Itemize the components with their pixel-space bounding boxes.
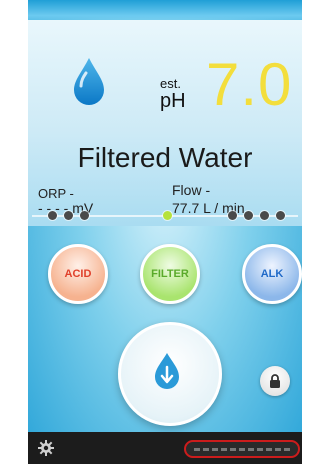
level-dot: [228, 211, 237, 220]
estimate-label: est.: [160, 76, 181, 91]
gear-icon[interactable]: [38, 440, 54, 456]
dispense-button[interactable]: [118, 322, 222, 426]
alk-mode-button[interactable]: ALK: [242, 244, 302, 304]
level-dot: [80, 211, 89, 220]
level-dot: [64, 211, 73, 220]
mode-title: Filtered Water: [77, 142, 253, 173]
bottom-bar: [28, 432, 302, 464]
lock-icon: [270, 374, 280, 388]
level-dot: [244, 211, 253, 220]
level-dot: [276, 211, 285, 220]
lock-button[interactable]: [260, 366, 290, 396]
dispense-drop-icon: [155, 353, 179, 389]
level-dot-active: [163, 211, 172, 220]
filter-mode-button[interactable]: FILTER: [140, 244, 200, 304]
ph-value: 7.0: [206, 51, 293, 118]
acid-mode-button[interactable]: ACID: [48, 244, 108, 304]
ph-label: pH: [160, 90, 186, 112]
level-dot: [48, 211, 57, 220]
level-indicator: [28, 209, 302, 223]
level-dot: [260, 211, 269, 220]
reading-panel: est. pH 7.0 Filtered Water ORP - - - - -…: [28, 20, 302, 226]
water-drop-icon: [70, 56, 108, 108]
flow-label: Flow -: [172, 182, 211, 198]
status-strip: [184, 440, 300, 458]
orp-label: ORP -: [38, 186, 74, 201]
status-strip-dashes: [194, 448, 290, 451]
water-ionizer-screen: est. pH 7.0 Filtered Water ORP - - - - -…: [28, 0, 302, 464]
